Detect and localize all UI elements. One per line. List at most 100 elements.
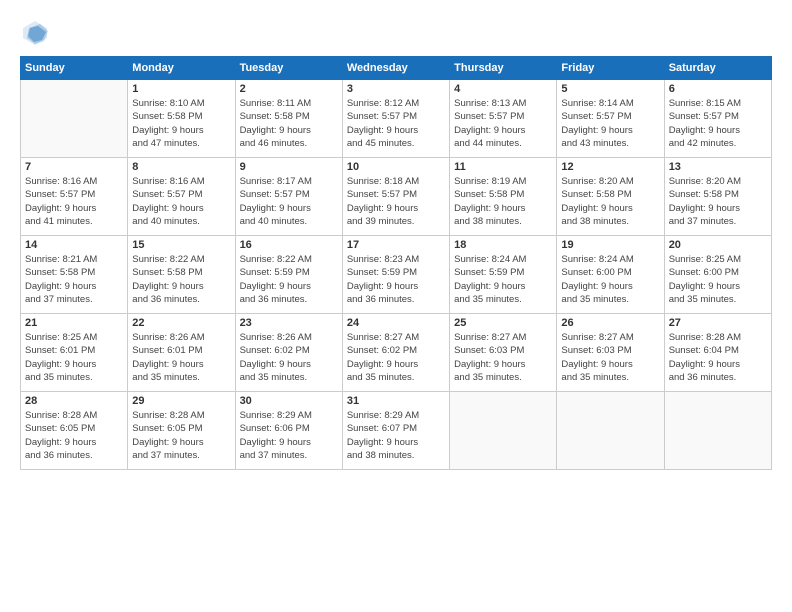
cell-date: 16	[240, 239, 338, 251]
cell-info: Sunrise: 8:28 AMSunset: 6:05 PMDaylight:…	[132, 409, 230, 462]
cell-date: 21	[25, 317, 123, 329]
cell-date: 27	[669, 317, 767, 329]
cell-info: Sunrise: 8:15 AMSunset: 5:57 PMDaylight:…	[669, 97, 767, 150]
calendar-cell	[557, 392, 664, 470]
cell-date: 17	[347, 239, 445, 251]
calendar-header-row: SundayMondayTuesdayWednesdayThursdayFrid…	[21, 57, 772, 80]
calendar-cell: 10 Sunrise: 8:18 AMSunset: 5:57 PMDayligh…	[342, 158, 449, 236]
cell-info: Sunrise: 8:27 AMSunset: 6:02 PMDaylight:…	[347, 331, 445, 384]
cell-info: Sunrise: 8:20 AMSunset: 5:58 PMDaylight:…	[669, 175, 767, 228]
header	[20, 18, 772, 48]
cell-date: 7	[25, 161, 123, 173]
cell-date: 13	[669, 161, 767, 173]
calendar-cell: 24 Sunrise: 8:27 AMSunset: 6:02 PMDayligh…	[342, 314, 449, 392]
cell-info: Sunrise: 8:20 AMSunset: 5:58 PMDaylight:…	[561, 175, 659, 228]
calendar-cell: 18 Sunrise: 8:24 AMSunset: 5:59 PMDayligh…	[450, 236, 557, 314]
cell-info: Sunrise: 8:19 AMSunset: 5:58 PMDaylight:…	[454, 175, 552, 228]
cell-date: 29	[132, 395, 230, 407]
calendar-cell: 7 Sunrise: 8:16 AMSunset: 5:57 PMDaylight…	[21, 158, 128, 236]
cell-info: Sunrise: 8:29 AMSunset: 6:06 PMDaylight:…	[240, 409, 338, 462]
cell-info: Sunrise: 8:14 AMSunset: 5:57 PMDaylight:…	[561, 97, 659, 150]
logo-icon	[20, 18, 50, 48]
cell-date: 14	[25, 239, 123, 251]
day-header-monday: Monday	[128, 57, 235, 80]
calendar-cell: 17 Sunrise: 8:23 AMSunset: 5:59 PMDayligh…	[342, 236, 449, 314]
day-header-friday: Friday	[557, 57, 664, 80]
calendar-cell	[450, 392, 557, 470]
logo	[20, 18, 54, 48]
cell-date: 11	[454, 161, 552, 173]
calendar-cell: 11 Sunrise: 8:19 AMSunset: 5:58 PMDayligh…	[450, 158, 557, 236]
page: SundayMondayTuesdayWednesdayThursdayFrid…	[0, 0, 792, 612]
calendar-week-3: 14Sunrise: 8:21 AMSunset: 5:58 PMDayligh…	[21, 236, 772, 314]
cell-date: 24	[347, 317, 445, 329]
cell-info: Sunrise: 8:22 AMSunset: 5:58 PMDaylight:…	[132, 253, 230, 306]
calendar-cell: 31 Sunrise: 8:29 AMSunset: 6:07 PMDayligh…	[342, 392, 449, 470]
calendar-table: SundayMondayTuesdayWednesdayThursdayFrid…	[20, 56, 772, 470]
cell-info: Sunrise: 8:26 AMSunset: 6:02 PMDaylight:…	[240, 331, 338, 384]
cell-date: 10	[347, 161, 445, 173]
cell-date: 22	[132, 317, 230, 329]
cell-date: 1	[132, 83, 230, 95]
calendar-cell: 23 Sunrise: 8:26 AMSunset: 6:02 PMDayligh…	[235, 314, 342, 392]
calendar-cell: 21 Sunrise: 8:25 AMSunset: 6:01 PMDayligh…	[21, 314, 128, 392]
cell-info: Sunrise: 8:28 AMSunset: 6:05 PMDaylight:…	[25, 409, 123, 462]
cell-info: Sunrise: 8:16 AMSunset: 5:57 PMDaylight:…	[132, 175, 230, 228]
calendar-cell	[664, 392, 771, 470]
day-header-wednesday: Wednesday	[342, 57, 449, 80]
calendar-cell: 27 Sunrise: 8:28 AMSunset: 6:04 PMDayligh…	[664, 314, 771, 392]
calendar-cell: 13 Sunrise: 8:20 AMSunset: 5:58 PMDayligh…	[664, 158, 771, 236]
cell-date: 20	[669, 239, 767, 251]
cell-info: Sunrise: 8:27 AMSunset: 6:03 PMDaylight:…	[561, 331, 659, 384]
cell-date: 31	[347, 395, 445, 407]
cell-info: Sunrise: 8:23 AMSunset: 5:59 PMDaylight:…	[347, 253, 445, 306]
cell-date: 9	[240, 161, 338, 173]
calendar-cell: 20 Sunrise: 8:25 AMSunset: 6:00 PMDayligh…	[664, 236, 771, 314]
cell-info: Sunrise: 8:27 AMSunset: 6:03 PMDaylight:…	[454, 331, 552, 384]
cell-info: Sunrise: 8:22 AMSunset: 5:59 PMDaylight:…	[240, 253, 338, 306]
cell-date: 2	[240, 83, 338, 95]
calendar-cell: 26Sunrise: 8:27 AMSunset: 6:03 PMDayligh…	[557, 314, 664, 392]
calendar-week-2: 7 Sunrise: 8:16 AMSunset: 5:57 PMDaylight…	[21, 158, 772, 236]
cell-info: Sunrise: 8:16 AMSunset: 5:57 PMDaylight:…	[25, 175, 123, 228]
calendar-cell: 9 Sunrise: 8:17 AMSunset: 5:57 PMDaylight…	[235, 158, 342, 236]
cell-date: 23	[240, 317, 338, 329]
cell-info: Sunrise: 8:12 AMSunset: 5:57 PMDaylight:…	[347, 97, 445, 150]
calendar-cell: 6Sunrise: 8:15 AMSunset: 5:57 PMDaylight…	[664, 80, 771, 158]
cell-date: 8	[132, 161, 230, 173]
calendar-cell: 2 Sunrise: 8:11 AMSunset: 5:58 PMDaylight…	[235, 80, 342, 158]
cell-info: Sunrise: 8:25 AMSunset: 6:00 PMDaylight:…	[669, 253, 767, 306]
cell-date: 3	[347, 83, 445, 95]
day-header-sunday: Sunday	[21, 57, 128, 80]
calendar-cell: 8 Sunrise: 8:16 AMSunset: 5:57 PMDaylight…	[128, 158, 235, 236]
day-header-tuesday: Tuesday	[235, 57, 342, 80]
calendar-cell: 1Sunrise: 8:10 AMSunset: 5:58 PMDaylight…	[128, 80, 235, 158]
cell-info: Sunrise: 8:24 AMSunset: 5:59 PMDaylight:…	[454, 253, 552, 306]
cell-info: Sunrise: 8:17 AMSunset: 5:57 PMDaylight:…	[240, 175, 338, 228]
cell-info: Sunrise: 8:11 AMSunset: 5:58 PMDaylight:…	[240, 97, 338, 150]
cell-info: Sunrise: 8:18 AMSunset: 5:57 PMDaylight:…	[347, 175, 445, 228]
cell-date: 5	[561, 83, 659, 95]
calendar-cell: 12Sunrise: 8:20 AMSunset: 5:58 PMDayligh…	[557, 158, 664, 236]
calendar-week-1: 1Sunrise: 8:10 AMSunset: 5:58 PMDaylight…	[21, 80, 772, 158]
calendar-cell	[21, 80, 128, 158]
calendar-cell: 29 Sunrise: 8:28 AMSunset: 6:05 PMDayligh…	[128, 392, 235, 470]
calendar-cell: 5 Sunrise: 8:14 AMSunset: 5:57 PMDaylight…	[557, 80, 664, 158]
calendar-cell: 16 Sunrise: 8:22 AMSunset: 5:59 PMDayligh…	[235, 236, 342, 314]
calendar-cell: 28Sunrise: 8:28 AMSunset: 6:05 PMDayligh…	[21, 392, 128, 470]
cell-info: Sunrise: 8:13 AMSunset: 5:57 PMDaylight:…	[454, 97, 552, 150]
cell-date: 19	[561, 239, 659, 251]
cell-info: Sunrise: 8:24 AMSunset: 6:00 PMDaylight:…	[561, 253, 659, 306]
cell-date: 18	[454, 239, 552, 251]
cell-info: Sunrise: 8:29 AMSunset: 6:07 PMDaylight:…	[347, 409, 445, 462]
cell-info: Sunrise: 8:28 AMSunset: 6:04 PMDaylight:…	[669, 331, 767, 384]
calendar-week-5: 28Sunrise: 8:28 AMSunset: 6:05 PMDayligh…	[21, 392, 772, 470]
calendar-week-4: 21 Sunrise: 8:25 AMSunset: 6:01 PMDayligh…	[21, 314, 772, 392]
day-header-thursday: Thursday	[450, 57, 557, 80]
cell-date: 25	[454, 317, 552, 329]
calendar-cell: 25 Sunrise: 8:27 AMSunset: 6:03 PMDayligh…	[450, 314, 557, 392]
day-header-saturday: Saturday	[664, 57, 771, 80]
cell-info: Sunrise: 8:25 AMSunset: 6:01 PMDaylight:…	[25, 331, 123, 384]
calendar-cell: 19 Sunrise: 8:24 AMSunset: 6:00 PMDayligh…	[557, 236, 664, 314]
calendar-cell: 3 Sunrise: 8:12 AMSunset: 5:57 PMDaylight…	[342, 80, 449, 158]
